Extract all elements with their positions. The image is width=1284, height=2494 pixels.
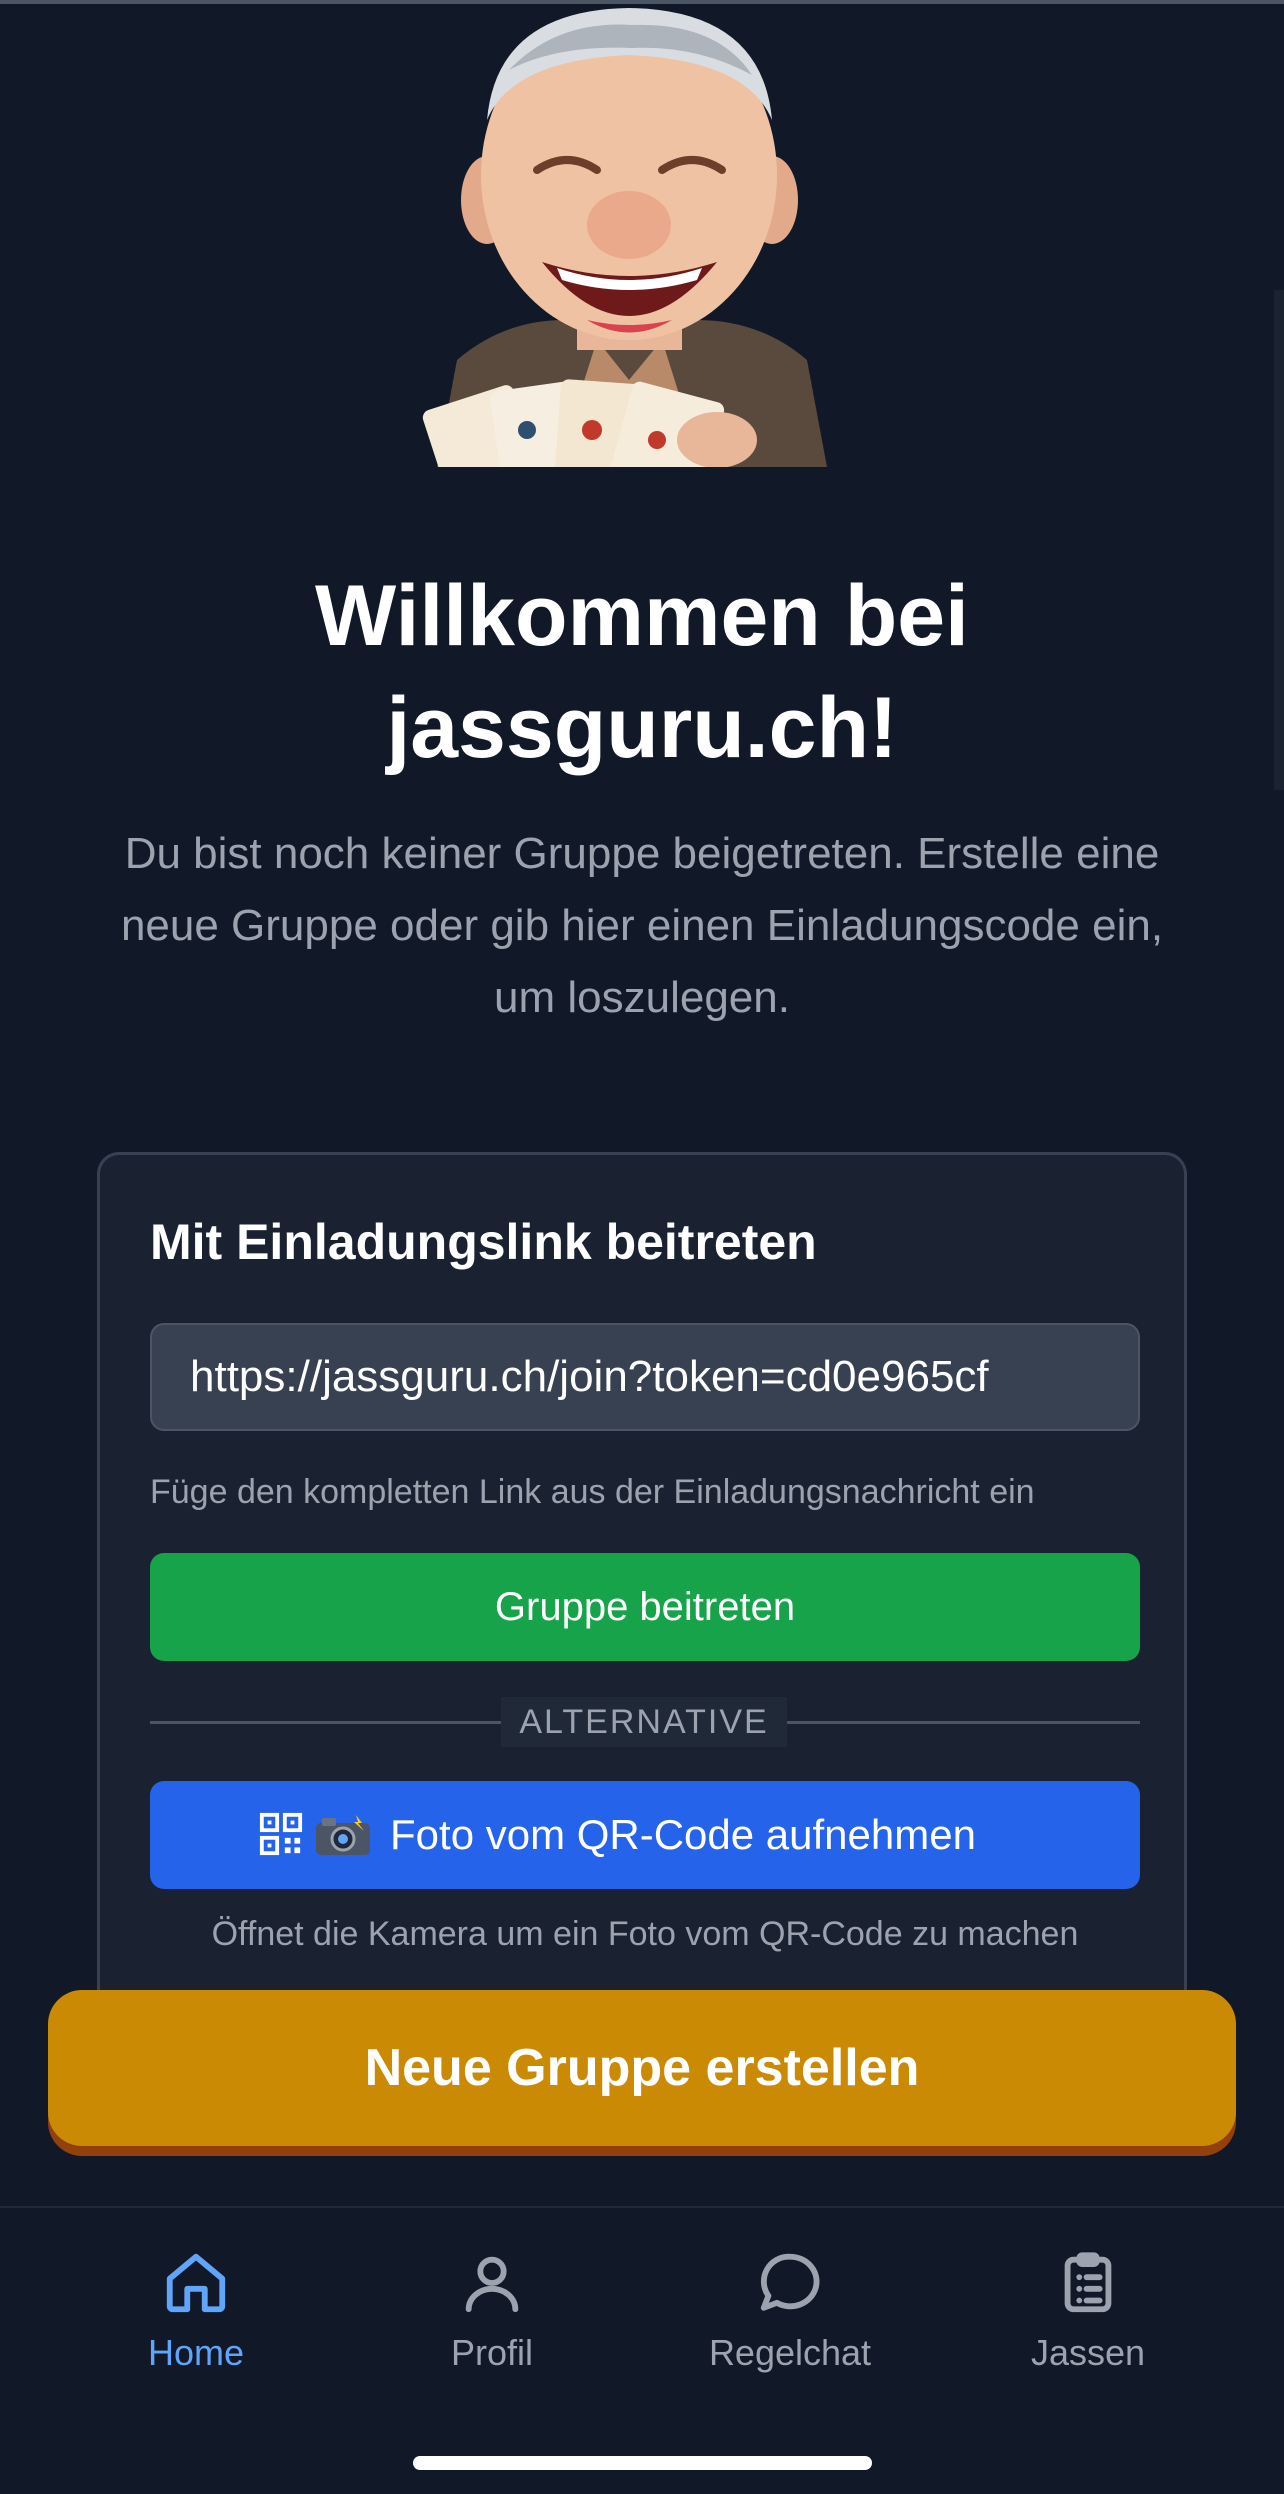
- qr-photo-button[interactable]: Foto vom QR-Code aufnehmen: [150, 1781, 1140, 1889]
- create-group-label: Neue Gruppe erstellen: [364, 2039, 920, 2097]
- chat-bubble-icon: [760, 2253, 820, 2311]
- nav-item-home[interactable]: Home: [48, 2238, 344, 2408]
- bottom-nav: Home Profil Regelchat Jassen: [0, 2206, 1284, 2494]
- nav-item-profil[interactable]: Profil: [344, 2238, 640, 2408]
- screen: Willkommen bei jassguru.ch! Du bist noch…: [0, 0, 1284, 2494]
- nav-label-regelchat: Regelchat: [708, 2332, 872, 2373]
- join-group-button[interactable]: Gruppe beitreten: [150, 1553, 1140, 1661]
- home-indicator[interactable]: [413, 2456, 872, 2470]
- home-icon: [166, 2253, 226, 2313]
- nav-item-jassen[interactable]: Jassen: [940, 2238, 1236, 2408]
- join-group-label: Gruppe beitreten: [494, 1584, 796, 1629]
- qr-photo-label: Foto vom QR-Code aufnehmen: [390, 1811, 976, 1858]
- divider-label: ALTERNATIVE: [501, 1697, 787, 1747]
- camera-flash-icon: [316, 1815, 371, 1855]
- create-group-button[interactable]: Neue Gruppe erstellen: [48, 1990, 1236, 2146]
- clipboard-list-icon: [1064, 2252, 1112, 2313]
- nav-item-regelchat[interactable]: Regelchat: [642, 2238, 938, 2408]
- user-icon: [465, 2256, 519, 2313]
- welcome-title-line1: Willkommen bei: [315, 568, 969, 664]
- qr-code-icon: [259, 1812, 303, 1856]
- invite-link-value: https://jassguru.ch/join?token=cd0e965cf: [190, 1352, 989, 1401]
- welcome-title: Willkommen bei jassguru.ch!: [0, 560, 1284, 784]
- join-card-title: Mit Einladungslink beitreten: [150, 1214, 817, 1270]
- qr-photo-hint: Öffnet die Kamera um ein Foto vom QR-Cod…: [211, 1915, 1079, 1953]
- welcome-title-line2: jassguru.ch!: [386, 680, 898, 776]
- welcome-subtitle: Du bist noch keiner Gruppe beigetreten. …: [120, 829, 1164, 1022]
- nav-label-profil: Profil: [450, 2332, 534, 2373]
- invite-link-input[interactable]: https://jassguru.ch/join?token=cd0e965cf: [150, 1323, 1140, 1431]
- nav-label-home: Home: [147, 2332, 245, 2373]
- nav-label-jassen: Jassen: [1030, 2332, 1146, 2373]
- mascot-illustration: [417, 0, 842, 467]
- invite-link-hint: Füge den kompletten Link aus der Einladu…: [150, 1473, 1035, 1511]
- join-card: Mit Einladungslink beitreten https://jas…: [97, 1152, 1187, 2002]
